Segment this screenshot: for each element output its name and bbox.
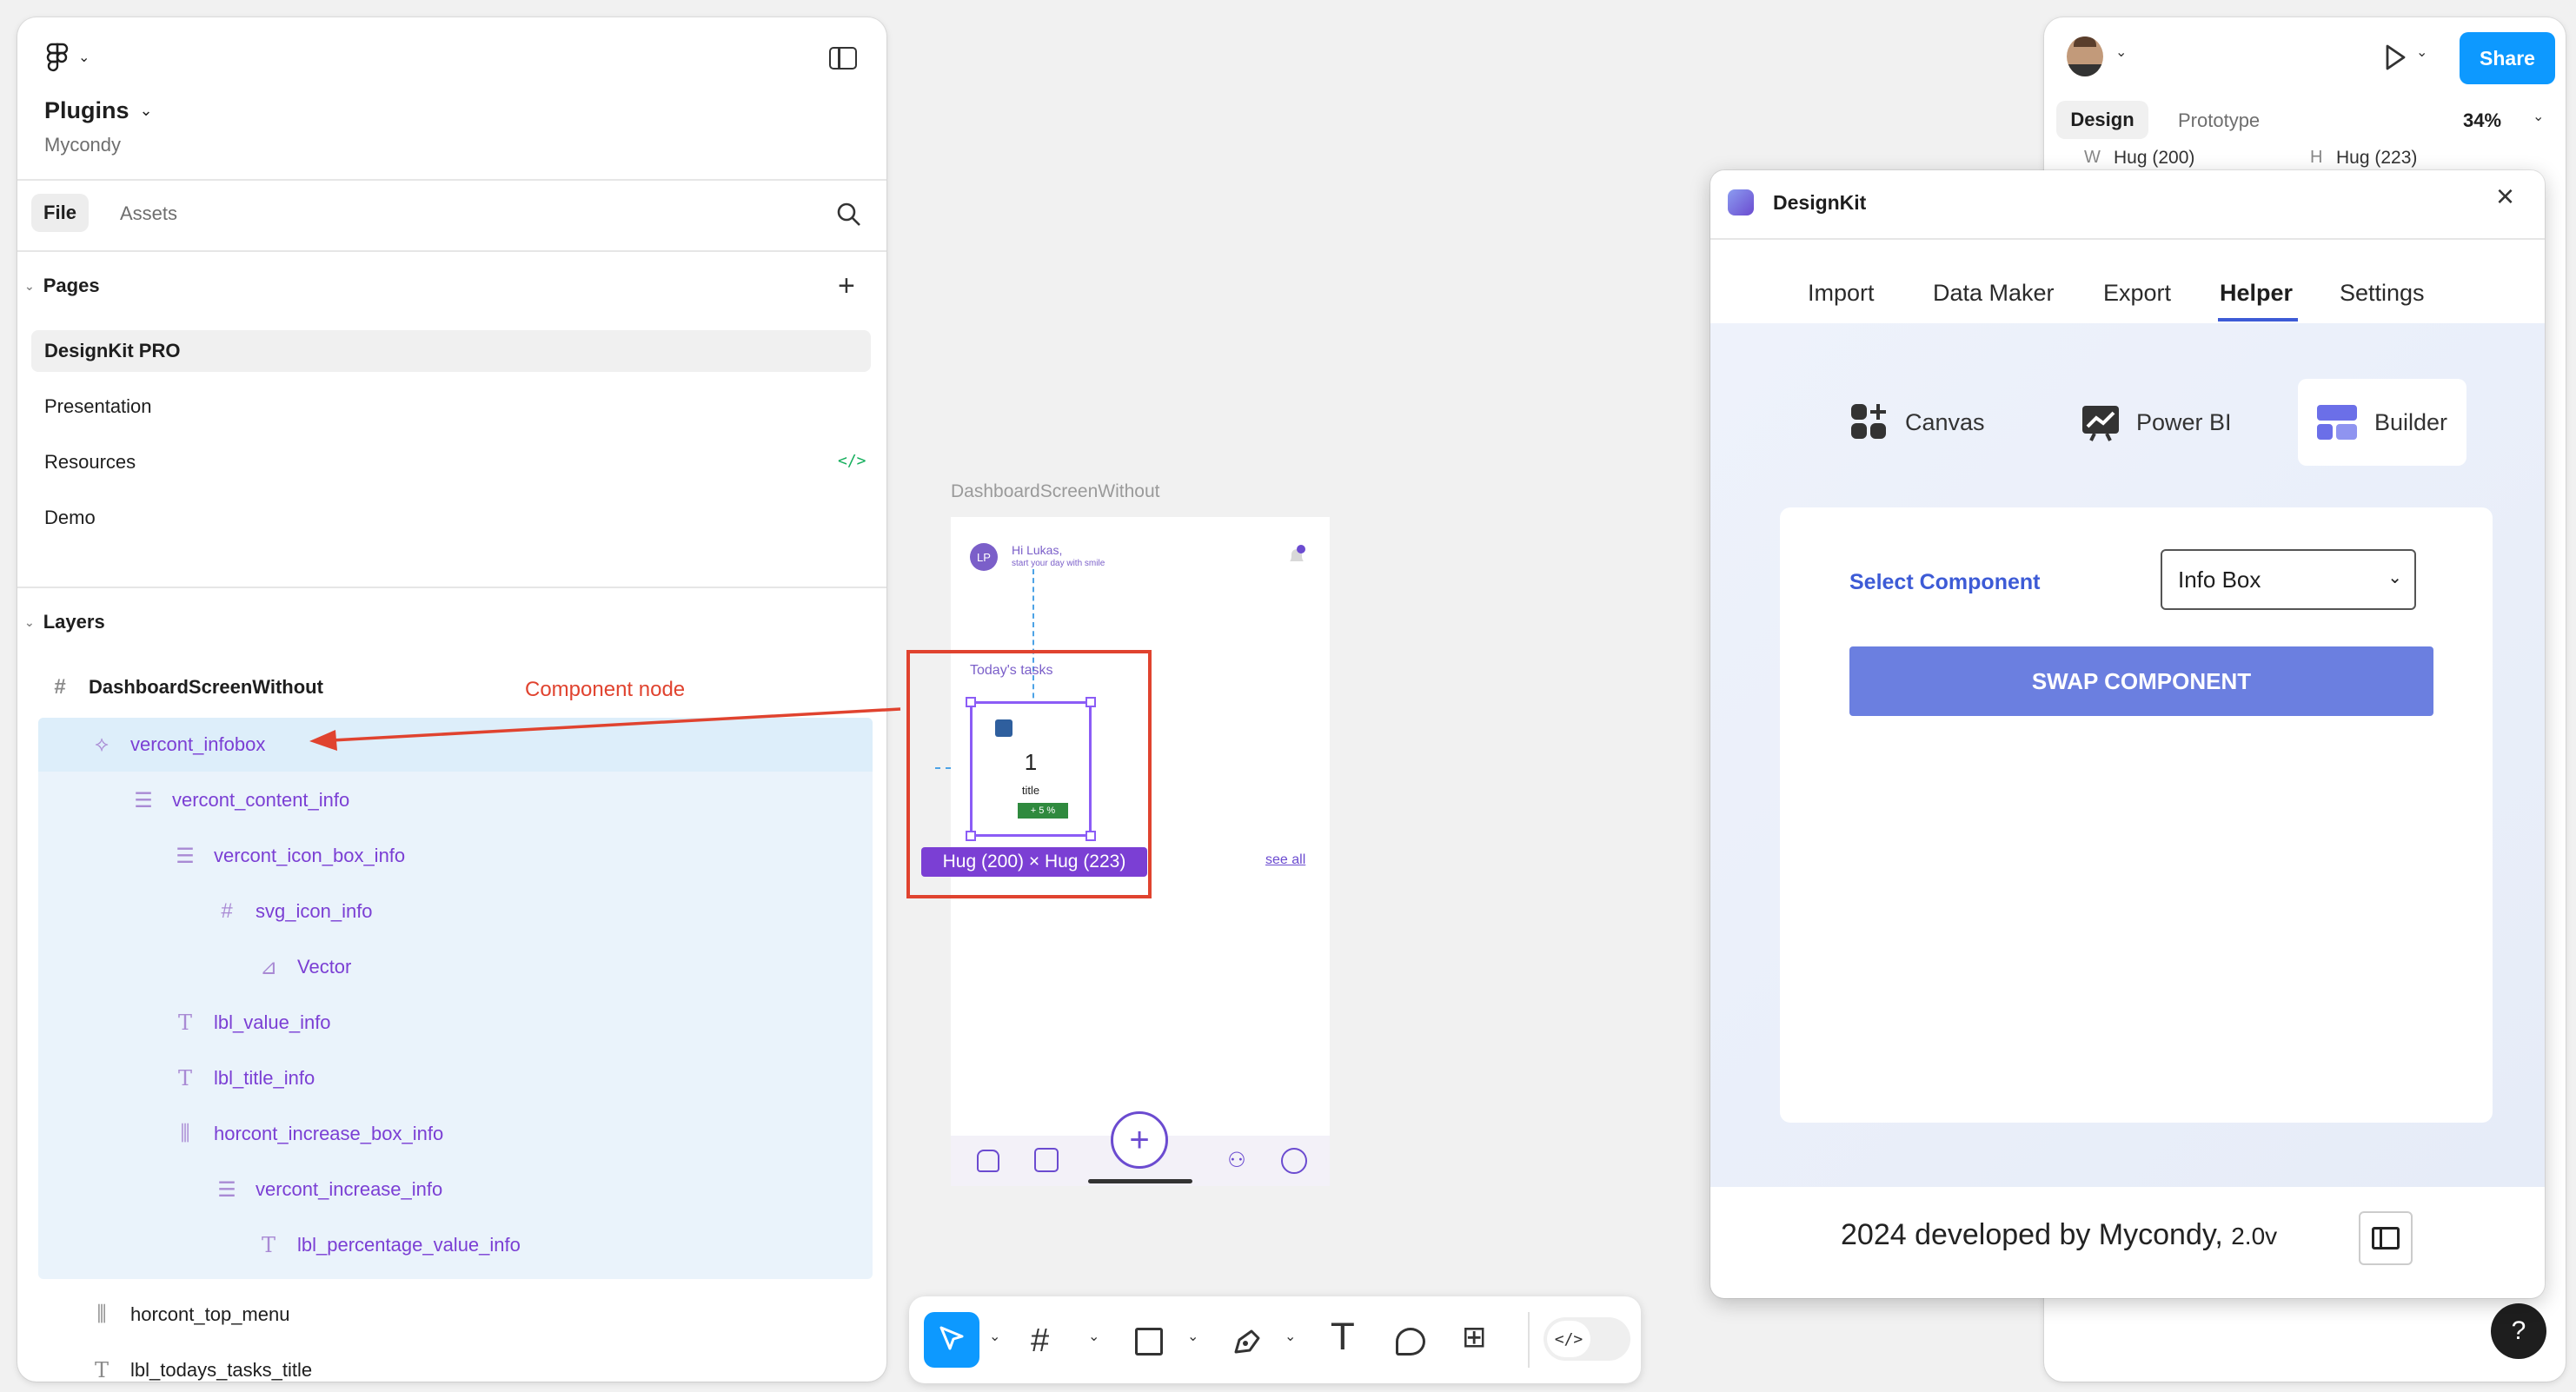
- divider: [1710, 238, 2545, 240]
- height-label: H: [2310, 148, 2323, 167]
- mode-label: Power BI: [2136, 408, 2232, 435]
- builder-icon: [2317, 405, 2357, 440]
- tab-prototype[interactable]: Prototype: [2178, 109, 2260, 132]
- chevron-down-icon: ⌄: [2387, 568, 2402, 587]
- tab-import[interactable]: Import: [1808, 280, 1875, 307]
- toggle-panel-button[interactable]: [2359, 1211, 2413, 1265]
- chevron-down-icon[interactable]: ⌄: [989, 1328, 1000, 1345]
- cursor-icon: [939, 1326, 964, 1350]
- dev-mode-toggle[interactable]: </>: [1544, 1317, 1630, 1361]
- tab-settings[interactable]: Settings: [2340, 280, 2425, 307]
- power-bi-icon: [2082, 406, 2119, 441]
- code-icon: </>: [1547, 1321, 1590, 1357]
- tab-design[interactable]: Design: [2056, 101, 2148, 139]
- chevron-down-icon[interactable]: ⌄: [2115, 43, 2127, 61]
- avatar: LP: [970, 543, 998, 571]
- avatar[interactable]: [2067, 36, 2103, 76]
- mode-power-bi[interactable]: Power BI: [2081, 384, 2232, 461]
- designkit-logo-icon: [1728, 189, 1754, 215]
- tasks-icon[interactable]: [1034, 1148, 1059, 1172]
- chevron-down-icon[interactable]: ⌄: [1187, 1328, 1198, 1345]
- active-tab-indicator: [2218, 318, 2298, 321]
- plugin-title: DesignKit: [1773, 191, 1867, 214]
- rectangle-tool-icon[interactable]: [1135, 1328, 1163, 1356]
- tab-export[interactable]: Export: [2103, 280, 2171, 307]
- mode-label: Builder: [2374, 408, 2448, 435]
- footer-version: 2.0v: [2231, 1223, 2278, 1249]
- select-component-label: Select Component: [1849, 570, 2041, 594]
- height-value[interactable]: Hug (223): [2336, 148, 2417, 169]
- tab-design-label: Design: [2070, 109, 2134, 130]
- component-select-value: Info Box: [2178, 566, 2261, 593]
- add-task-button[interactable]: +: [1111, 1111, 1168, 1169]
- bottom-toolbar: ⌄ # ⌄ ⌄ ⌄ T ⊞ </>: [909, 1296, 1641, 1383]
- home-icon[interactable]: [977, 1150, 999, 1172]
- component-select[interactable]: Info Box ⌄: [2161, 549, 2416, 610]
- greeting-text: Hi Lukas,: [1012, 543, 1063, 557]
- greeting-subtitle: start your day with smile: [1012, 559, 1105, 568]
- footer-credit: 2024 developed by Mycondy,: [1841, 1218, 2223, 1251]
- tab-data-maker[interactable]: Data Maker: [1933, 280, 2055, 307]
- mode-builder[interactable]: Builder: [2315, 384, 2447, 461]
- frame-label[interactable]: DashboardScreenWithout: [951, 481, 1159, 502]
- chart-pie-icon[interactable]: [1281, 1148, 1307, 1174]
- highlight-box: [906, 650, 1152, 898]
- chevron-down-icon[interactable]: ⌄: [1088, 1328, 1099, 1345]
- width-label: W: [2084, 148, 2101, 167]
- share-button[interactable]: Share: [2460, 32, 2555, 84]
- bell-icon: [1286, 545, 1307, 567]
- frame-tool-icon[interactable]: #: [1031, 1324, 1049, 1357]
- mode-label: Canvas: [1905, 408, 1985, 435]
- chevron-down-icon[interactable]: ⌄: [2416, 43, 2427, 61]
- swap-component-button[interactable]: SWAP COMPONENT: [1849, 646, 2433, 716]
- tab-helper[interactable]: Helper: [2220, 280, 2293, 307]
- see-all-link[interactable]: see all: [1265, 852, 1305, 868]
- actions-tool-icon[interactable]: ⊞: [1462, 1322, 1487, 1352]
- move-tool-button[interactable]: [924, 1312, 979, 1368]
- play-icon[interactable]: [2383, 43, 2407, 71]
- footer-text: 2024 developed by Mycondy, 2.0v: [1841, 1218, 2277, 1252]
- close-icon[interactable]: ×: [2496, 181, 2514, 212]
- canvas-icon: [1851, 404, 1886, 439]
- sidebar-icon: [2372, 1227, 2400, 1249]
- pen-tool-icon[interactable]: [1231, 1324, 1264, 1357]
- divider: [1528, 1312, 1530, 1368]
- home-indicator: [1088, 1179, 1192, 1183]
- zoom-level[interactable]: 34%: [2463, 109, 2501, 132]
- plugin-window: DesignKit × Import Data Maker Export Hel…: [1710, 170, 2545, 1298]
- team-icon[interactable]: ⚇: [1222, 1150, 1251, 1172]
- chevron-down-icon[interactable]: ⌄: [2533, 108, 2544, 125]
- comment-tool-icon[interactable]: [1396, 1328, 1425, 1356]
- chevron-down-icon[interactable]: ⌄: [1285, 1328, 1296, 1345]
- help-button[interactable]: ?: [2491, 1303, 2546, 1359]
- builder-card: Select Component Info Box ⌄ SWAP COMPONE…: [1780, 507, 2493, 1123]
- mode-canvas[interactable]: Canvas: [1849, 384, 1985, 461]
- width-value[interactable]: Hug (200): [2114, 148, 2194, 169]
- text-tool-icon[interactable]: T: [1331, 1319, 1354, 1356]
